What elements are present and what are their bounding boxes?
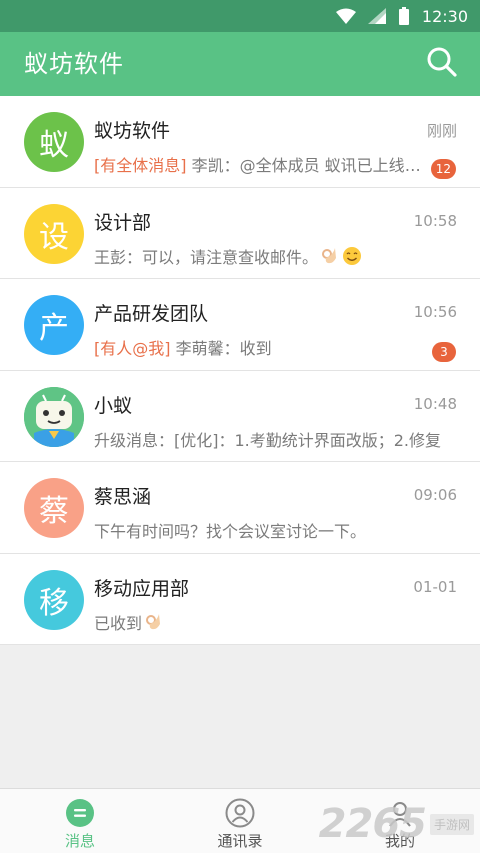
nav-label: 通讯录 bbox=[217, 832, 263, 850]
ant-mascot-icon bbox=[24, 386, 84, 447]
app-title: 蚁坊软件 bbox=[24, 50, 124, 78]
conversation-item[interactable]: 蚁 蚁坊软件 刚刚 [有全体消息] 李凯：@全体成员 蚁讯已上线，大家快来体验吧… bbox=[0, 96, 480, 188]
conversation-item[interactable]: 小蚁 10:48 升级消息：[优化]：1.考勤统计界面改版；2.修复 bbox=[0, 371, 480, 462]
search-button[interactable] bbox=[424, 46, 460, 82]
conversation-time: 09:06 bbox=[413, 486, 457, 504]
contacts-icon bbox=[225, 798, 255, 828]
conversation-name: 设计部 bbox=[94, 211, 152, 234]
avatar-text: 蔡 bbox=[39, 494, 69, 529]
avatar-text: 设 bbox=[39, 219, 69, 255]
message-icon bbox=[65, 798, 95, 828]
conversation-time: 10:48 bbox=[413, 394, 457, 413]
preview-text: 王彭：可以，请注意查收邮件。 bbox=[94, 247, 319, 267]
conversation-time: 刚刚 bbox=[426, 122, 457, 140]
signal-icon bbox=[367, 8, 386, 24]
avatar-text: 蚁 bbox=[39, 128, 69, 163]
conversation-time: 10:58 bbox=[413, 211, 457, 230]
nav-tab-messages[interactable]: 消息 bbox=[0, 789, 160, 853]
avatar: 产 bbox=[24, 295, 84, 355]
preview-text: 下午有时间吗？找个会议室讨论一下。 bbox=[94, 522, 367, 541]
unread-badge: 3 bbox=[432, 342, 456, 362]
conversation-preview: [有全体消息] 李凯：@全体成员 蚁讯已上线，大家快来体验吧 bbox=[94, 152, 434, 176]
avatar: 移 bbox=[24, 569, 84, 630]
status-time: 12:30 bbox=[421, 6, 468, 26]
smile-emoji bbox=[342, 246, 362, 270]
conversation-item[interactable]: 蔡 蔡思涵 09:06 下午有时间吗？找个会议室讨论一下。 bbox=[0, 462, 480, 554]
search-icon bbox=[426, 46, 458, 82]
profile-icon bbox=[385, 798, 415, 828]
conversation-name: 蚁坊软件 bbox=[94, 120, 171, 142]
avatar-text: 移 bbox=[39, 585, 69, 621]
wifi-icon bbox=[335, 8, 356, 24]
avatar: 蔡 bbox=[24, 478, 84, 538]
conversation-name: 产品研发团队 bbox=[94, 303, 209, 325]
bot-avatar bbox=[24, 386, 84, 447]
preview-text: 李萌馨：收到 bbox=[170, 339, 272, 358]
conversation-preview: 已收到 bbox=[94, 610, 462, 637]
preview-text: 升级消息：[优化]：1.考勤统计界面改版；2.修复 bbox=[94, 430, 442, 450]
status-icons: 12:30 bbox=[335, 0, 468, 32]
avatar: 蚁 bbox=[24, 112, 84, 172]
ok-hand-emoji bbox=[144, 612, 164, 636]
app-bar: 蚁坊软件 bbox=[0, 32, 480, 96]
conversation-preview: 升级消息：[优化]：1.考勤统计界面改版；2.修复 bbox=[94, 427, 462, 451]
status-bar: 12:30 bbox=[0, 0, 480, 32]
ok-hand-emoji bbox=[320, 246, 340, 270]
mention-tag: [有全体消息] bbox=[94, 156, 187, 175]
preview-text: 已收到 bbox=[94, 613, 143, 633]
nav-label: 我的 bbox=[384, 832, 415, 850]
conversation-name: 小蚁 bbox=[94, 394, 133, 417]
nav-tab-contacts[interactable]: 通讯录 bbox=[160, 789, 320, 853]
unread-badge: 12 bbox=[430, 159, 456, 179]
nav-label: 消息 bbox=[64, 832, 95, 850]
bottom-nav: 消息 通讯录 我的 bbox=[0, 788, 480, 853]
conversation-preview: 下午有时间吗？找个会议室讨论一下。 bbox=[94, 518, 462, 542]
conversation-time: 01-01 bbox=[413, 577, 457, 596]
conversation-item[interactable]: 设 设计部 10:58 王彭：可以，请注意查收邮件。 bbox=[0, 188, 480, 279]
avatar-text: 产 bbox=[39, 311, 69, 346]
conversation-list: 蚁 蚁坊软件 刚刚 [有全体消息] 李凯：@全体成员 蚁讯已上线，大家快来体验吧… bbox=[0, 96, 480, 645]
conversation-preview: 王彭：可以，请注意查收邮件。 bbox=[94, 244, 462, 271]
conversation-time: 10:56 bbox=[413, 303, 457, 321]
preview-text: 李凯：@全体成员 蚁讯已上线，大家快来体验吧 bbox=[191, 156, 434, 175]
conversation-name: 蔡思涵 bbox=[94, 486, 152, 508]
avatar: 设 bbox=[24, 203, 84, 264]
conversation-item[interactable]: 移 移动应用部 01-01 已收到 bbox=[0, 554, 480, 645]
conversation-item[interactable]: 产 产品研发团队 10:56 [有人@我] 李萌馨：收到 3 bbox=[0, 279, 480, 371]
mention-tag: [有人@我] bbox=[94, 339, 171, 358]
battery-icon bbox=[398, 7, 410, 25]
nav-tab-profile[interactable]: 我的 bbox=[320, 789, 480, 853]
conversation-preview: [有人@我] 李萌馨：收到 bbox=[94, 335, 434, 359]
conversation-name: 移动应用部 bbox=[94, 577, 190, 600]
